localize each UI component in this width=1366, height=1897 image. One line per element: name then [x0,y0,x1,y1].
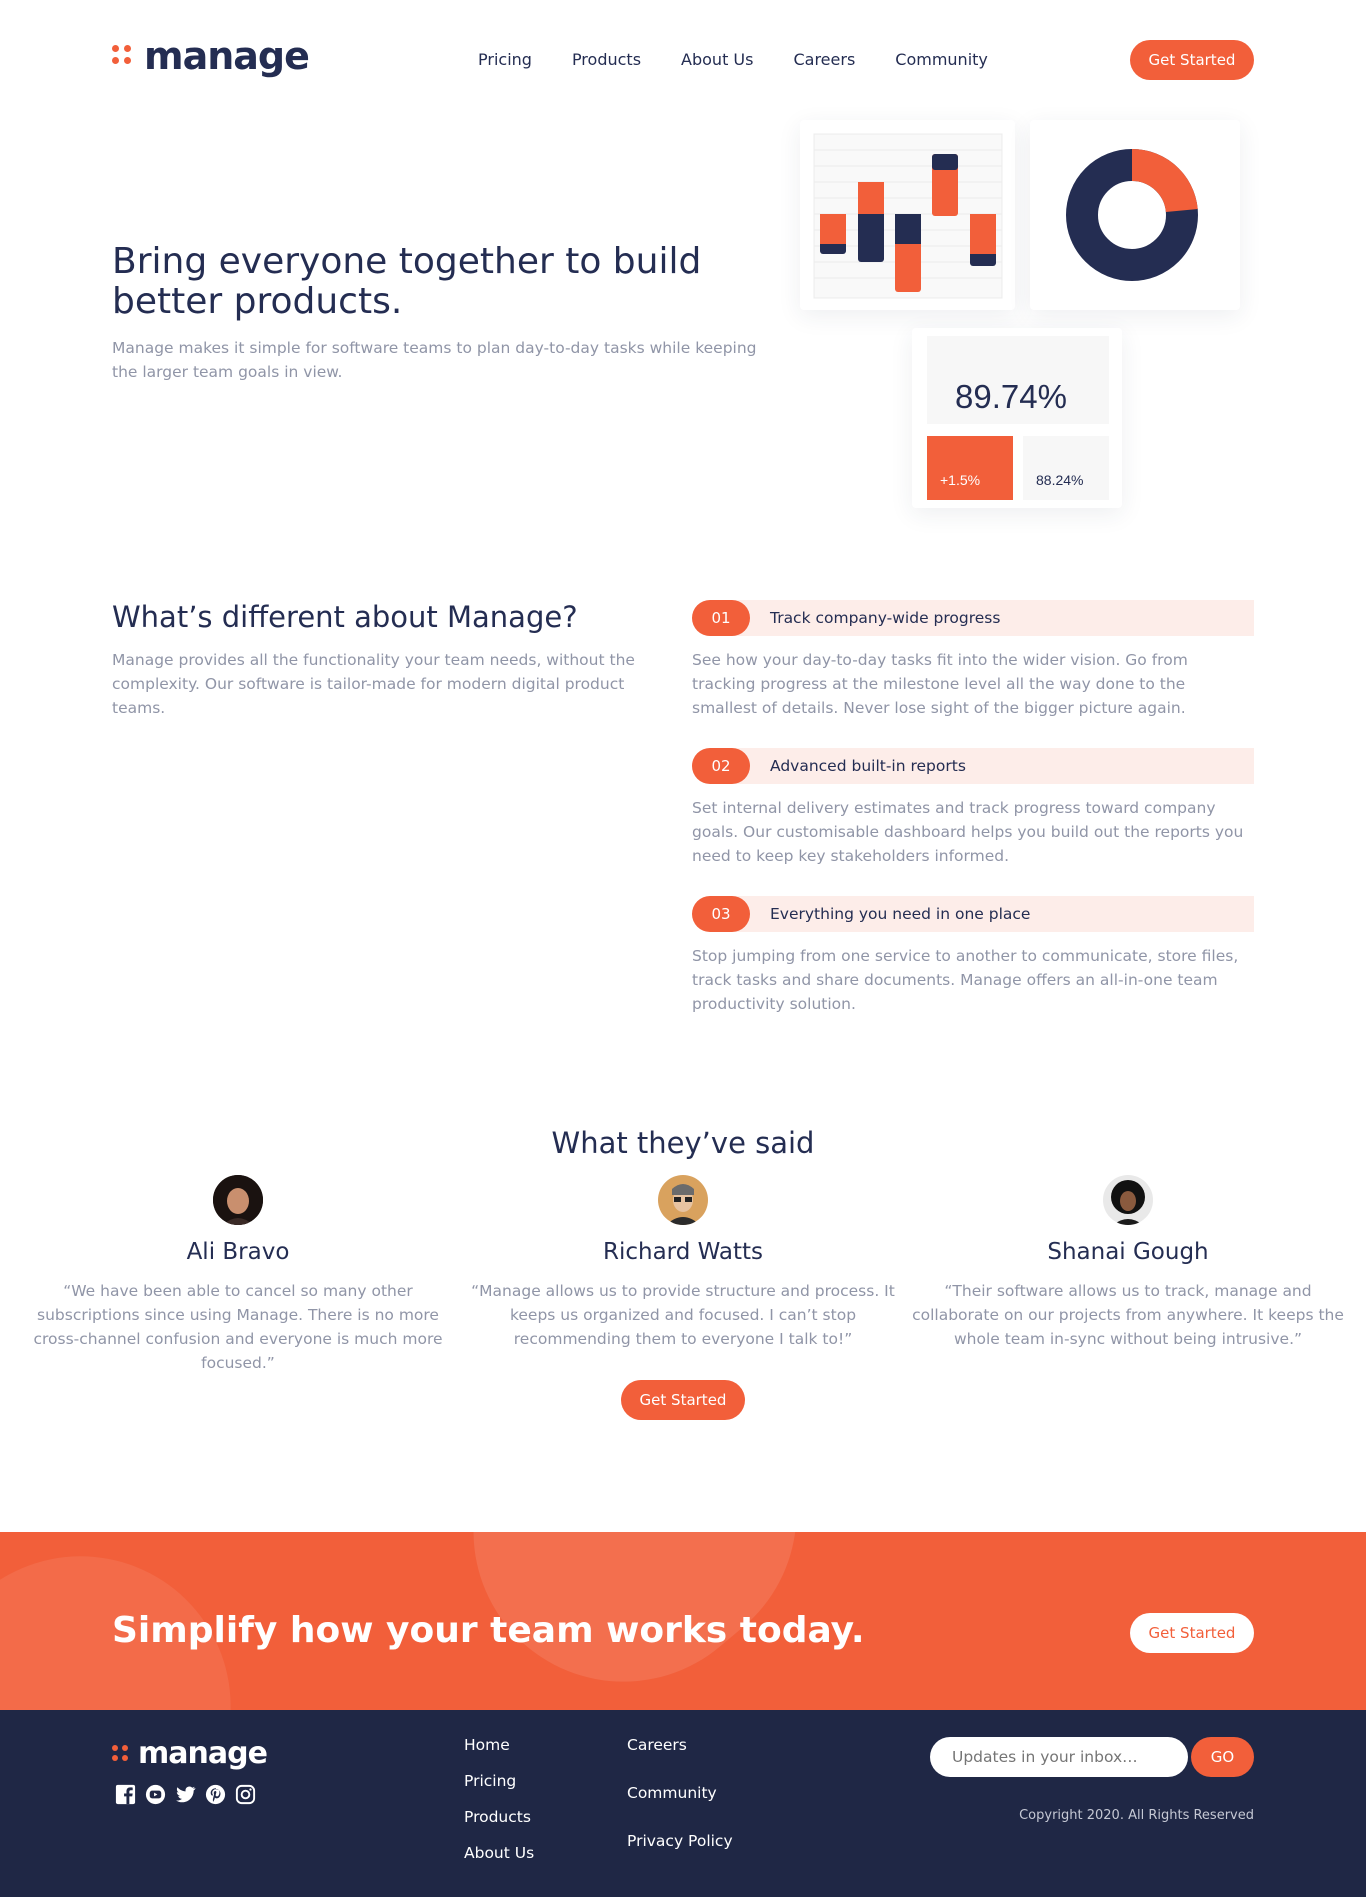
newsletter-go-button[interactable]: GO [1191,1737,1254,1777]
footer-link-products[interactable]: Products [464,1806,534,1828]
testimonial-quote: “Manage allows us to provide structure a… [471,1282,895,1348]
stat-main-value: 89.74% [955,378,1067,415]
newsletter-email-input[interactable] [930,1737,1188,1777]
cta-band: Simplify how your team works today. Get … [0,1532,1366,1710]
footer-link-privacy[interactable]: Privacy Policy [627,1830,733,1852]
logo[interactable]: manage [112,34,310,78]
avatar-shanai-icon [1103,1175,1153,1225]
avatar [213,1175,263,1225]
footer-link-community[interactable]: Community [627,1782,733,1804]
footer-link-pricing[interactable]: Pricing [464,1770,534,1792]
feature-header: 01 Track company-wide progress [692,600,1254,636]
stat-secondary-box: 88.24% [1023,436,1109,500]
footer-link-careers[interactable]: Careers [627,1734,733,1756]
stats-illustration: 89.74% +1.5% 88.24% [912,328,1122,508]
feature-number-badge: 03 [692,896,750,932]
stat-change-value: +1.5% [940,472,981,488]
testimonial-name: Shanai Gough [1047,1239,1209,1265]
feature-body: Set internal delivery estimates and trac… [692,799,1244,865]
avatar-richard-icon [658,1175,708,1225]
bar-chart-graphic [813,133,1003,299]
nav-link-pricing[interactable]: Pricing [478,49,532,71]
feature-body: Stop jumping from one service to another… [692,947,1239,1013]
avatar [1103,1175,1153,1225]
stat-change-box: +1.5% [927,436,1013,500]
instagram-icon[interactable] [234,1783,257,1806]
cta-get-started-button[interactable]: Get Started [1130,1613,1254,1653]
footer-logo-text: manage [138,1736,268,1771]
stat-secondary-value: 88.24% [1036,472,1084,488]
social-links [114,1783,257,1806]
testimonial-card: Ali Bravo “We have been able to cancel s… [18,1175,458,1375]
hero-subtitle: Manage makes it simple for software team… [112,339,757,381]
header-get-started-button[interactable]: Get Started [1130,40,1254,80]
pinterest-icon[interactable] [204,1783,227,1806]
logo-dots-icon [112,1745,130,1763]
site-footer: manage Home Pricing Products About Us Ca… [0,1710,1366,1897]
nav-link-careers[interactable]: Careers [793,49,855,71]
testimonial-card: Richard Watts “Manage allows us to provi… [463,1175,903,1351]
youtube-icon[interactable] [144,1783,167,1806]
different-title: What’s different about Manage? [112,600,578,634]
bar-chart-illustration [800,120,1015,310]
testimonial-name: Ali Bravo [186,1239,290,1265]
copyright-text: Copyright 2020. All Rights Reserved [1019,1808,1254,1823]
donut-chart-illustration [1030,120,1240,310]
testimonials-get-started-button[interactable]: Get Started [621,1380,745,1420]
footer-link-home[interactable]: Home [464,1734,534,1756]
footer-links-col2: Careers Community Privacy Policy [627,1734,733,1878]
donut-chart-graphic [1066,149,1198,281]
avatar [658,1175,708,1225]
testimonial-quote: “Their software allows us to track, mana… [912,1282,1344,1348]
testimonials-title: What they’ve said [551,1126,815,1160]
feature-item: 02 Advanced built-in reports Set interna… [692,748,1254,868]
facebook-icon[interactable] [114,1783,137,1806]
feature-body: See how your day-to-day tasks fit into t… [692,651,1188,717]
footer-logo[interactable]: manage [112,1734,268,1774]
feature-item: 01 Track company-wide progress See how y… [692,600,1254,720]
nav-link-products[interactable]: Products [572,49,641,71]
logo-text: manage [144,34,310,78]
footer-link-about[interactable]: About Us [464,1842,534,1864]
feature-number-badge: 02 [692,748,750,784]
feature-title: Advanced built-in reports [770,757,966,775]
avatar-ali-icon [213,1175,263,1225]
feature-header: 02 Advanced built-in reports [692,748,1254,784]
main-nav: Pricing Products About Us Careers Commun… [478,49,1028,71]
feature-item: 03 Everything you need in one place Stop… [692,896,1254,1016]
feature-number-badge: 01 [692,600,750,636]
nav-link-community[interactable]: Community [895,49,988,71]
feature-title: Track company-wide progress [770,609,1001,627]
stat-main-box: 89.74% [927,336,1109,424]
testimonial-name: Richard Watts [602,1239,764,1265]
nav-link-about[interactable]: About Us [681,49,753,71]
footer-links-col1: Home Pricing Products About Us [464,1734,534,1878]
testimonial-card: Shanai Gough “Their software allows us t… [908,1175,1348,1351]
different-subtitle: Manage provides all the functionality yo… [112,651,635,717]
feature-title: Everything you need in one place [770,905,1031,923]
feature-header: 03 Everything you need in one place [692,896,1254,932]
cta-heading: Simplify how your team works today. [112,1610,865,1651]
logo-dots-icon [112,45,134,67]
twitter-icon[interactable] [174,1783,197,1806]
hero-title: Bring everyone together to build better … [112,241,702,322]
site-header: manage Pricing Products About Us Careers… [0,0,1366,120]
testimonial-quote: “We have been able to cancel so many oth… [33,1282,443,1372]
